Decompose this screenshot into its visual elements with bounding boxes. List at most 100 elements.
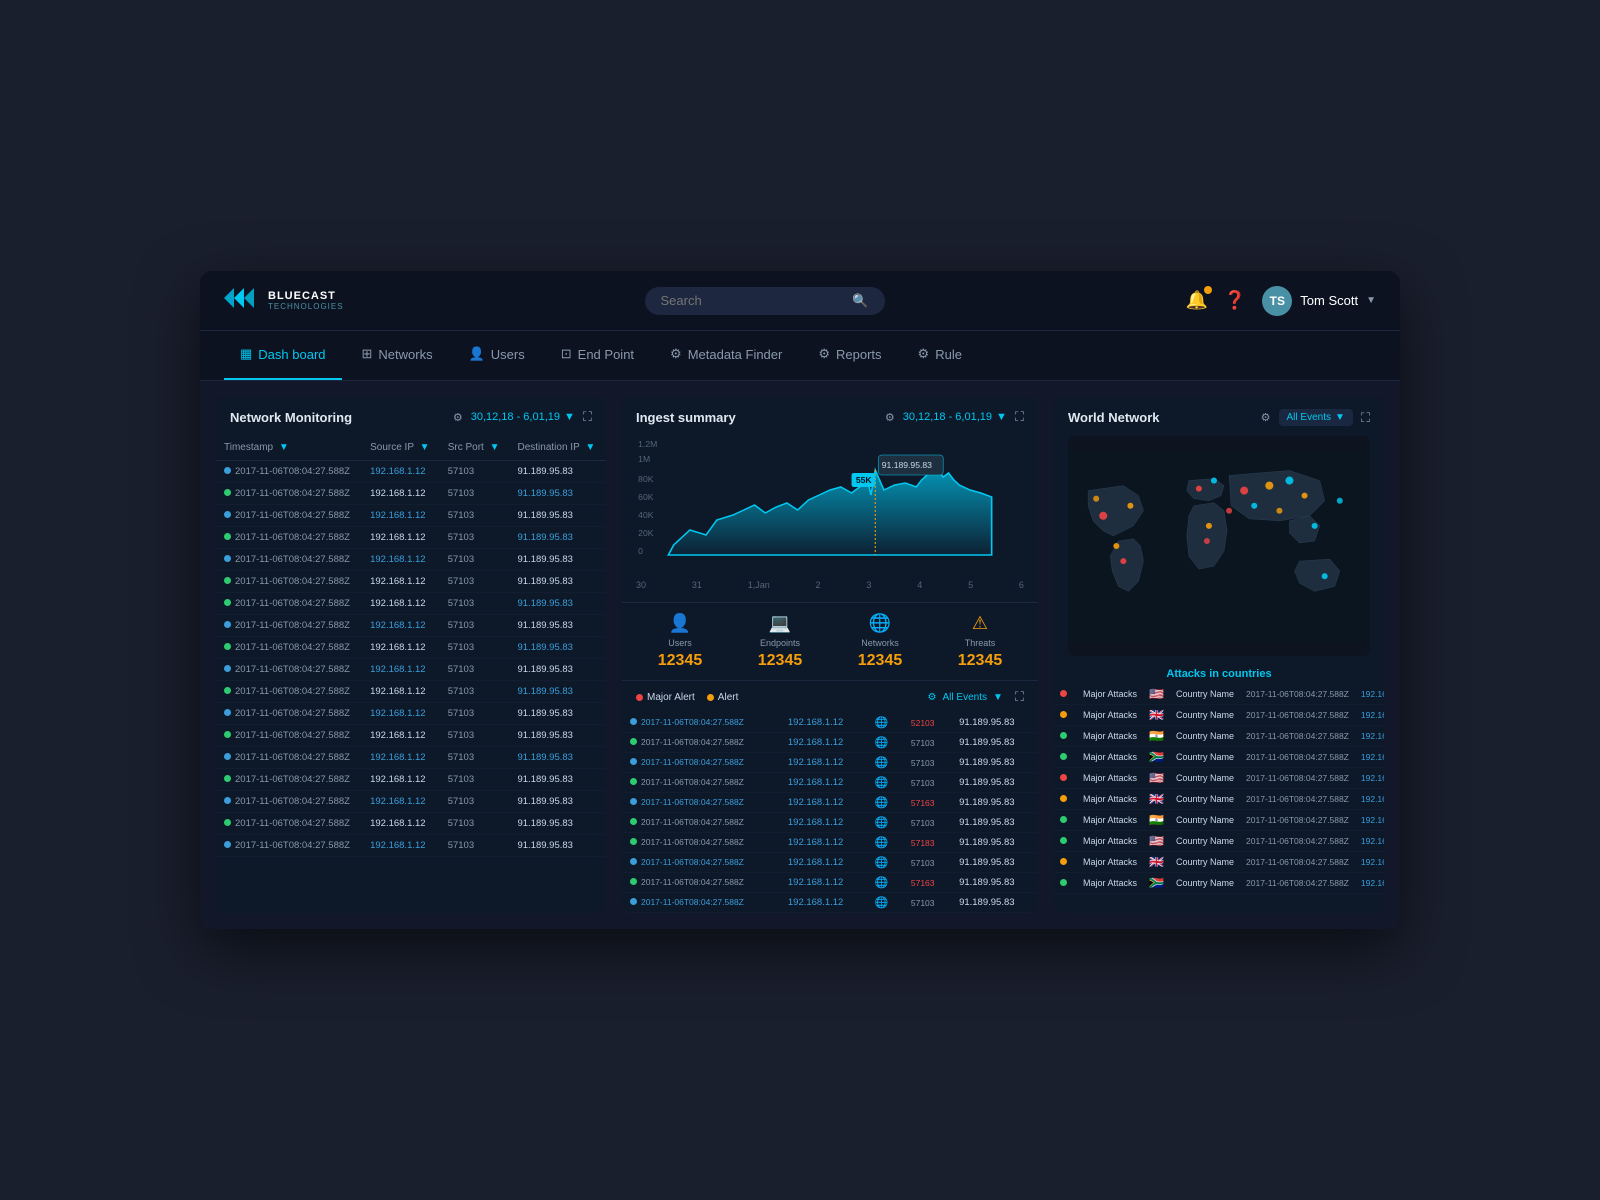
timestamp: 2017-11-06T08:04:27.588Z	[235, 488, 350, 499]
attack-row: Major Attacks 🇬🇧 Country Name 2017-11-06…	[1054, 789, 1384, 810]
dest-ip: 91.189.95.83	[509, 747, 606, 769]
col-dest-ip[interactable]: Destination IP ▼	[509, 435, 606, 461]
timestamp: 2017-11-06T08:04:27.588Z	[235, 620, 350, 631]
alert-dot	[630, 758, 637, 765]
table-row: 2017-11-06T08:04:27.588Z 192.168.1.12 57…	[216, 769, 606, 791]
stat-endpoints: 💻 Endpoints 12345	[730, 613, 830, 670]
timestamp: 2017-11-06T08:04:27.588Z	[235, 532, 350, 543]
nav-metadata[interactable]: ⚙ Metadata Finder	[654, 330, 798, 380]
ingest-summary-title: Ingest summary	[636, 410, 736, 425]
alert-row: 2017-11-06T08:04:27.588Z 192.168.1.12 🌐 …	[622, 713, 1038, 733]
timestamp: 2017-11-06T08:04:27.588Z	[235, 774, 350, 785]
alert-src-ip: 192.168.1.12	[780, 733, 867, 753]
status-dot	[224, 731, 231, 738]
src-port: 57103	[440, 461, 510, 483]
dest-ip: 91.189.95.83	[509, 659, 606, 681]
timestamp: 2017-11-06T08:04:27.588Z	[235, 840, 350, 851]
brand-name: BLUECAST	[268, 290, 344, 302]
all-events-text: All Events	[1287, 412, 1331, 423]
timestamp: 2017-11-06T08:04:27.588Z	[235, 708, 350, 719]
search-input[interactable]	[661, 293, 845, 308]
dest-ip: 91.189.95.83	[509, 813, 606, 835]
threats-stat-value: 12345	[958, 652, 1003, 670]
country-flag: 🇬🇧	[1143, 705, 1170, 726]
nav-endpoint[interactable]: ⊡ End Point	[545, 330, 650, 380]
date-filter[interactable]: 30,12,18 - 6,01,19 ▼	[471, 411, 575, 423]
status-dot	[224, 819, 231, 826]
status-dot	[224, 841, 231, 848]
search-icon: 🔍	[852, 293, 868, 309]
nav-reports[interactable]: ⚙ Reports	[802, 330, 897, 380]
alert-globe-icon: 🌐	[867, 713, 903, 733]
status-dot	[224, 467, 231, 474]
alert-port: 57103	[903, 853, 951, 873]
help-icon[interactable]: ❓	[1224, 290, 1246, 311]
alert-port: 57103	[903, 753, 951, 773]
alert-globe-icon: 🌐	[867, 833, 903, 853]
svg-text:91.189.95.83: 91.189.95.83	[882, 460, 933, 470]
col-source-ip[interactable]: Source IP ▼	[362, 435, 440, 461]
status-dot	[224, 533, 231, 540]
user-info[interactable]: TS Tom Scott ▼	[1262, 286, 1376, 316]
nav-dashboard[interactable]: ▦ Dash board	[224, 330, 342, 380]
users-icon: 👤	[469, 346, 485, 362]
ingest-controls: ⚙ 30,12,18 - 6,01,19 ▼ ⛶	[885, 409, 1024, 425]
source-ip: 192.168.1.12	[362, 659, 440, 681]
attack-type: Major Attacks	[1077, 810, 1143, 831]
filter-icon[interactable]: ⚙	[453, 411, 463, 424]
table-row: 2017-11-06T08:04:27.588Z 192.168.1.12 57…	[216, 461, 606, 483]
alert-dot	[707, 694, 714, 701]
alert-row: 2017-11-06T08:04:27.588Z 192.168.1.12 🌐 …	[622, 853, 1038, 873]
alert-dest: 91.189.95.83	[951, 873, 1038, 893]
country-flag: 🇬🇧	[1143, 852, 1170, 873]
alert-ts: 2017-11-06T08:04:27.588Z	[641, 877, 744, 887]
all-events-filter[interactable]: ⚙ All Events ▼	[928, 692, 1003, 703]
alert-label: Alert	[718, 692, 739, 703]
dest-ip: 91.189.95.83	[509, 483, 606, 505]
alert-dot	[630, 778, 637, 785]
attack-dot	[1060, 795, 1067, 802]
world-network-title: World Network	[1068, 410, 1160, 425]
col-timestamp[interactable]: Timestamp ▼	[216, 435, 362, 461]
ingest-filter-icon[interactable]: ⚙	[885, 411, 895, 424]
table-row: 2017-11-06T08:04:27.588Z 192.168.1.12 57…	[216, 483, 606, 505]
logo-text: BLUECAST TECHNOLOGIES	[268, 290, 344, 311]
source-ip: 192.168.1.12	[362, 747, 440, 769]
header-right: 🔔 ❓ TS Tom Scott ▼	[1185, 286, 1376, 316]
search-bar[interactable]: 🔍	[645, 287, 885, 315]
table-row: 2017-11-06T08:04:27.588Z 192.168.1.12 57…	[216, 703, 606, 725]
country-name: Country Name	[1170, 684, 1240, 705]
expand-icon[interactable]: ⛶	[583, 409, 592, 425]
ingest-expand-icon[interactable]: ⛶	[1015, 409, 1024, 425]
attack-ip: 192.168.1.12	[1355, 726, 1384, 747]
chevron-down-icon: ▼	[1366, 295, 1376, 306]
alert-row: 2017-11-06T08:04:27.588Z 192.168.1.12 🌐 …	[622, 833, 1038, 853]
source-ip: 192.168.1.12	[362, 615, 440, 637]
src-port: 57103	[440, 703, 510, 725]
alert-ts: 2017-11-06T08:04:27.588Z	[641, 817, 744, 827]
attack-ip: 192.168.1.12	[1355, 747, 1384, 768]
timestamp: 2017-11-06T08:04:27.588Z	[235, 752, 350, 763]
alert-expand-icon[interactable]: ⛶	[1015, 689, 1024, 705]
ingest-date-filter[interactable]: 30,12,18 - 6,01,19 ▼	[903, 411, 1007, 423]
nav-rule[interactable]: ⚙ Rule	[902, 330, 978, 380]
attack-type: Major Attacks	[1077, 726, 1143, 747]
alert-ts: 2017-11-06T08:04:27.588Z	[641, 857, 744, 867]
attack-ts: 2017-11-06T08:04:27.588Z	[1240, 684, 1355, 705]
stat-threats: ⚠ Threats 12345	[930, 613, 1030, 670]
nav-networks[interactable]: ⊞ Networks	[346, 330, 449, 380]
source-ip: 192.168.1.12	[362, 725, 440, 747]
nav-users[interactable]: 👤 Users	[453, 330, 541, 380]
world-filter-icon[interactable]: ⚙	[1261, 411, 1271, 424]
all-events-dropdown[interactable]: All Events ▼	[1279, 409, 1353, 426]
navigation: ▦ Dash board ⊞ Networks 👤 Users ⊡ End Po…	[200, 331, 1400, 381]
alert-ts: 2017-11-06T08:04:27.588Z	[641, 717, 744, 727]
source-ip: 192.168.1.12	[362, 835, 440, 857]
col-src-port[interactable]: Src Port ▼	[440, 435, 510, 461]
threats-stat-icon: ⚠	[972, 613, 988, 634]
nav-endpoint-label: End Point	[578, 347, 634, 362]
world-expand-icon[interactable]: ⛶	[1361, 410, 1370, 426]
table-row: 2017-11-06T08:04:27.588Z 192.168.1.12 57…	[216, 637, 606, 659]
country-name: Country Name	[1170, 789, 1240, 810]
notification-icon[interactable]: 🔔	[1185, 290, 1207, 311]
